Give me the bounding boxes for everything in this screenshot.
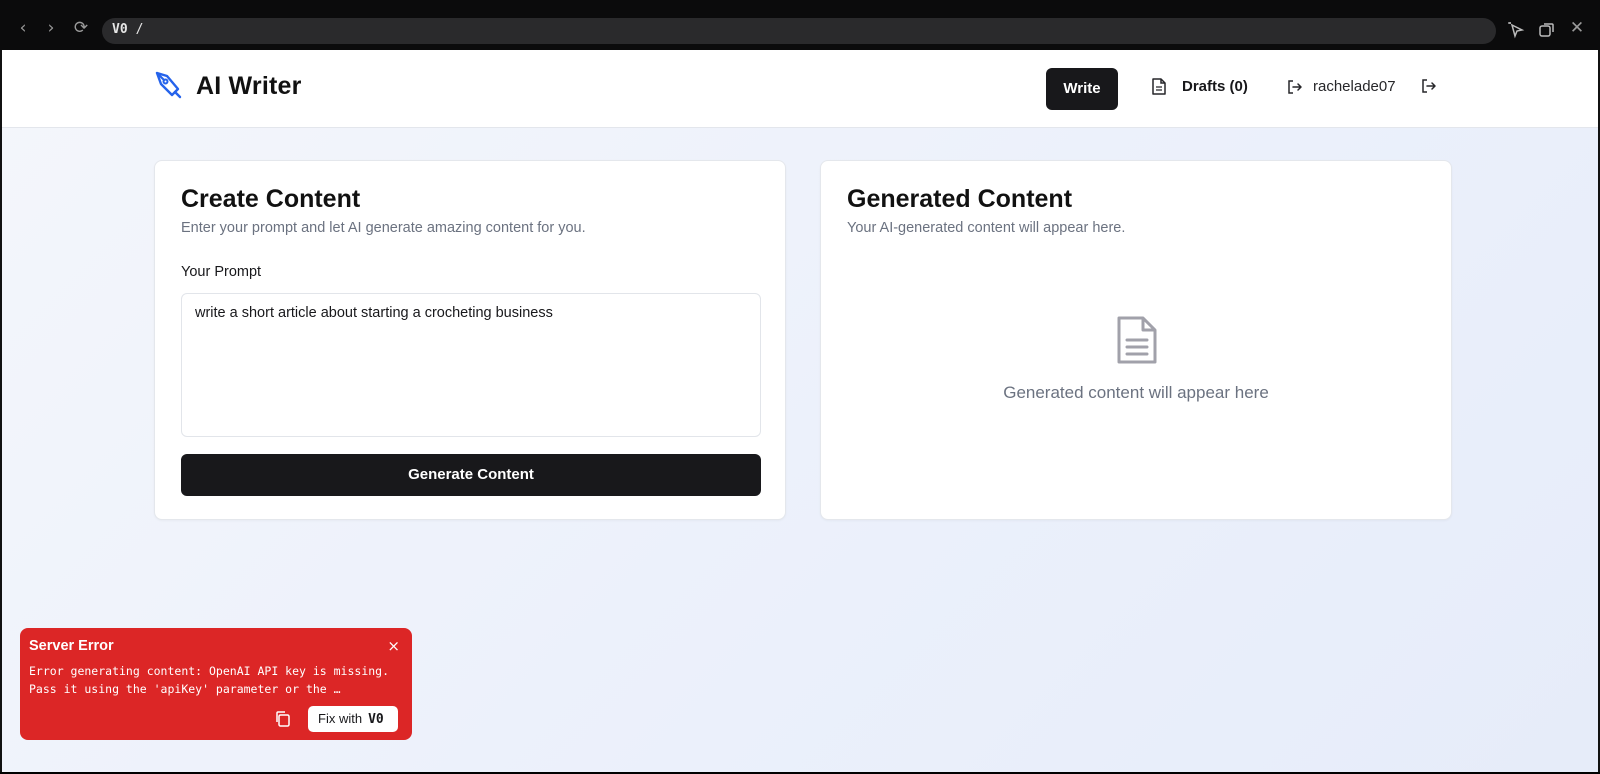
close-icon[interactable]: ×: [387, 637, 400, 655]
app-header: AI Writer Write Drafts (0) rachelade07: [2, 50, 1598, 128]
prompt-label: Your Prompt: [181, 264, 262, 280]
create-content-description: Enter your prompt and let AI generate am…: [181, 220, 586, 236]
user-info: rachelade07: [1287, 78, 1396, 95]
fix-label: Fix with: [318, 711, 363, 726]
prompt-textarea[interactable]: write a short article about starting a c…: [181, 293, 761, 437]
logout-icon[interactable]: [1421, 78, 1437, 94]
toast-message: Error generating content: OpenAI API key…: [29, 664, 390, 696]
create-content-card: Create Content Enter your prompt and let…: [154, 160, 786, 520]
server-error-toast: Server Error × Error generating content:…: [20, 628, 412, 740]
v0-logo: V0: [368, 712, 384, 727]
fix-with-v0-button[interactable]: Fix with V0: [308, 706, 398, 732]
pen-tool-icon: [155, 71, 182, 99]
drafts-nav-link[interactable]: Drafts (0): [1152, 78, 1248, 95]
reload-icon[interactable]: ⟳: [70, 17, 92, 39]
generate-content-button[interactable]: Generate Content: [181, 454, 761, 496]
create-content-title: Create Content: [181, 185, 361, 213]
generated-content-description: Your AI-generated content will appear he…: [847, 220, 1126, 236]
app-name: AI Writer: [196, 71, 302, 100]
write-nav-button[interactable]: Write: [1046, 68, 1118, 110]
brand[interactable]: AI Writer: [154, 70, 302, 102]
page-viewport: AI Writer Write Drafts (0) rachelade07 C…: [0, 50, 1600, 772]
generated-content-card: Generated Content Your AI-generated cont…: [820, 160, 1452, 520]
toast-title: Server Error: [29, 638, 114, 654]
forward-icon[interactable]: ›: [40, 17, 62, 39]
document-icon: [1152, 78, 1166, 95]
url-text: V0 /: [112, 22, 143, 37]
close-window-icon[interactable]: ✕: [1566, 17, 1588, 39]
login-icon: [1288, 79, 1302, 94]
copy-icon[interactable]: [274, 710, 292, 728]
v0-logo: V0: [112, 22, 128, 37]
pointer-select-icon[interactable]: [1508, 21, 1526, 39]
browser-chrome: ‹ › ⟳ V0 / ✕: [0, 0, 1600, 50]
drafts-label: Drafts (0): [1182, 78, 1248, 95]
window-restore-icon[interactable]: [1538, 21, 1556, 39]
back-icon[interactable]: ‹: [12, 17, 34, 39]
username: rachelade07: [1313, 78, 1396, 95]
document-placeholder-icon: [1117, 316, 1157, 364]
address-bar[interactable]: V0 /: [102, 18, 1496, 44]
generated-empty-text: Generated content will appear here: [1003, 383, 1269, 402]
generated-content-title: Generated Content: [847, 185, 1073, 213]
url-path: /: [135, 22, 144, 37]
